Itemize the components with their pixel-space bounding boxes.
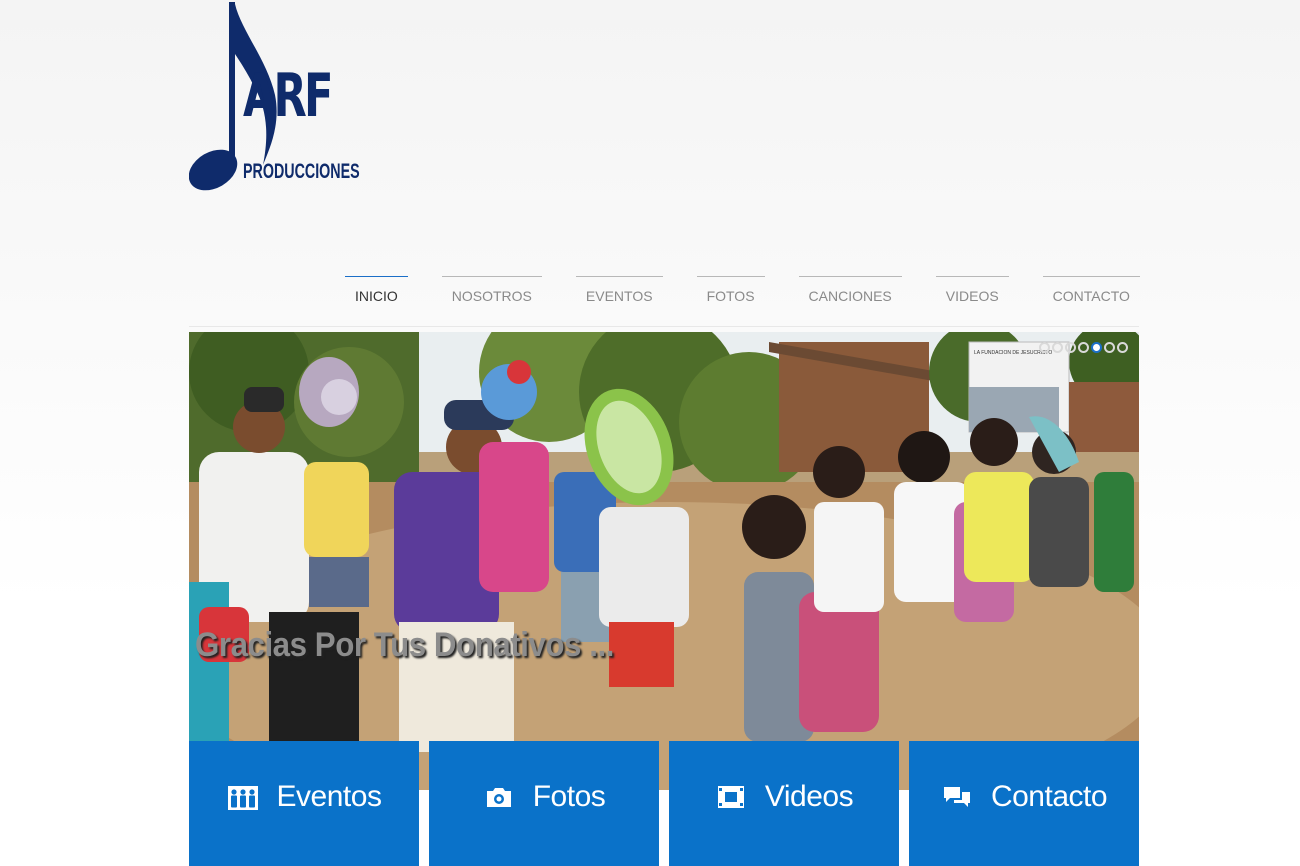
logo-subtitle: PRODUCCIONES [243,160,360,183]
slider-dot-7[interactable] [1117,342,1128,353]
feature-tiles: Eventos Fotos Videos Contacto [189,741,1139,866]
people-icon [227,781,259,813]
nav-divider [189,326,1139,327]
tile-eventos-label: Eventos [276,779,382,813]
slider-dot-1[interactable] [1039,342,1050,353]
tile-fotos[interactable]: Fotos [429,741,659,866]
tile-contacto[interactable]: Contacto [909,741,1139,866]
slider-dot-2[interactable] [1052,342,1063,353]
tile-videos[interactable]: Videos [669,741,899,866]
tile-contacto-label: Contacto [990,779,1108,813]
chat-bubbles-icon [941,781,973,813]
logo-brand-text: ARF [243,61,333,131]
tile-fotos-label: Fotos [532,779,606,813]
tile-videos-label: Videos [764,779,854,813]
hero-photo: LA FUNDACION DE JESUCRISTO [189,332,1139,790]
main-nav: INICIO NOSOTROS EVENTOS FOTOS CANCIONES … [345,276,1140,316]
site-logo[interactable]: ARF PRODUCCIONES [189,0,379,200]
page: ARF PRODUCCIONES INICIO NOSOTROS EVENTOS… [0,0,1300,866]
slider-dot-3[interactable] [1065,342,1076,353]
nav-item-videos[interactable]: VIDEOS [935,276,1009,316]
slider-dot-4[interactable] [1078,342,1089,353]
slide-caption: Gracias Por Tus Donativos ... [195,626,614,664]
nav-item-nosotros[interactable]: NOSOTROS [441,276,542,316]
nav-item-canciones[interactable]: CANCIONES [798,276,902,316]
nav-item-eventos[interactable]: EVENTOS [575,276,663,316]
nav-item-inicio[interactable]: INICIO [345,276,408,316]
film-icon [715,781,747,813]
tile-eventos[interactable]: Eventos [189,741,419,866]
slider-pagination [1039,342,1128,353]
camera-icon [483,781,515,813]
nav-item-fotos[interactable]: FOTOS [696,276,765,316]
hero-slider[interactable]: LA FUNDACION DE JESUCRISTO Gracias Por T… [189,332,1139,790]
slider-dot-5[interactable] [1091,342,1102,353]
nav-item-contacto[interactable]: CONTACTO [1042,276,1140,316]
slider-dot-6[interactable] [1104,342,1115,353]
